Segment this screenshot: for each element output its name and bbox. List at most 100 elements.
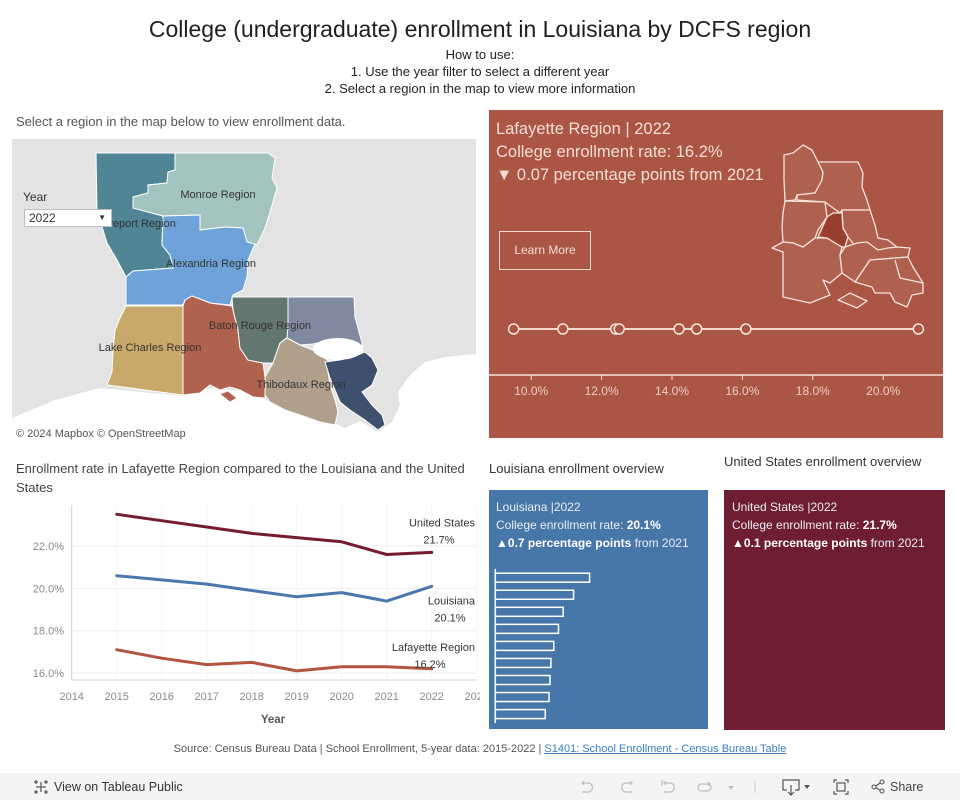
up-triangle-icon: ▲ (732, 536, 744, 550)
share-icon (871, 779, 885, 794)
louisiana-card-change: ▲0.7 percentage points from 2021 (496, 534, 689, 552)
map-label-monroe: Monroe Region (180, 189, 255, 201)
x-tick-label: 2017 (194, 691, 218, 703)
data-point-lafayette-region[interactable] (113, 646, 121, 654)
us-card-change: ▲0.1 percentage points from 2021 (732, 534, 925, 552)
bar[interactable] (494, 691, 550, 703)
series-value-label-lafayette-region: 16.2% (414, 659, 445, 671)
view-on-tableau-public-link[interactable]: View on Tableau Public (33, 778, 183, 795)
refresh-icon[interactable] (696, 778, 714, 796)
parish-dot[interactable] (912, 323, 925, 335)
how-to-heading: How to use: (445, 47, 515, 62)
line-chart: 2014 2015 2016 2017 2018 2019 2020 2021 2022 2023… (33, 505, 480, 726)
data-point-louisiana[interactable] (383, 597, 391, 605)
data-point-louisiana[interactable] (158, 576, 166, 584)
data-point-louisiana[interactable] (338, 589, 346, 597)
data-point-louisiana[interactable] (203, 580, 211, 588)
instructions: How to use: 1. Use the year filter to se… (0, 46, 960, 97)
data-point-lafayette-region[interactable] (248, 658, 256, 666)
fullscreen-icon[interactable] (832, 778, 850, 796)
census-table-link[interactable]: S1401: School Enrollment - Census Bureau… (544, 743, 786, 755)
series-label-united-states: United States (409, 517, 476, 529)
parish-dot[interactable] (690, 323, 703, 335)
lake-pontchartrain (313, 338, 363, 360)
data-point-louisiana[interactable] (248, 586, 256, 594)
dot-plot-tick-label: 14.0% (655, 384, 689, 398)
data-point-lafayette-region[interactable] (293, 667, 301, 675)
parish-dot[interactable] (673, 323, 685, 335)
y-tick-label: 16.0% (33, 668, 64, 680)
share-button[interactable]: Share (871, 778, 923, 795)
louisiana-overview-text: Louisiana |2022 College enrollment rate:… (496, 498, 689, 552)
data-point-lafayette-region[interactable] (338, 663, 346, 671)
year-filter-value: 2022 (29, 211, 56, 225)
data-point-louisiana[interactable] (113, 572, 121, 580)
bar[interactable] (494, 640, 555, 652)
parish-mini-map[interactable] (760, 130, 950, 320)
parish-dot[interactable] (613, 323, 625, 335)
instruction-step-2: 2. Select a region in the map to view mo… (324, 81, 636, 96)
undo-icon[interactable] (579, 778, 595, 796)
instruction-step-1: 1. Use the year filter to select a diffe… (350, 64, 610, 79)
parish-dot-plot: 10.0% 12.0% 14.0% 16.0% 18.0% 20.0% (489, 323, 943, 398)
map-label-lake-charles: Lake Charles Region (99, 342, 202, 354)
us-card-rate: College enrollment rate: 21.7% (732, 516, 925, 534)
data-point-united-states[interactable] (293, 534, 301, 542)
x-tick-label: 2023 (464, 691, 480, 703)
series-label-lafayette-region: Lafayette Region (392, 642, 475, 654)
download-icon[interactable] (781, 778, 801, 796)
data-point-united-states[interactable] (203, 523, 211, 531)
us-overview-heading: United States enrollment overview (724, 454, 922, 469)
parish-dot[interactable] (557, 323, 569, 335)
data-point-louisiana[interactable] (293, 593, 301, 601)
bar[interactable] (494, 708, 547, 720)
year-filter-label: Year (23, 190, 48, 204)
map-instruction: Select a region in the map below to view… (16, 114, 346, 129)
data-point-lafayette-region[interactable] (203, 661, 211, 669)
bar[interactable] (494, 657, 552, 669)
louisiana-overview-heading: Louisiana enrollment overview (489, 461, 664, 476)
change-value: 0.7 percentage points (507, 536, 632, 550)
data-point-united-states[interactable] (248, 529, 256, 537)
bar[interactable] (494, 606, 564, 618)
up-triangle-icon: ▲ (496, 536, 508, 550)
data-point-lafayette-region[interactable] (158, 654, 166, 662)
dashboard-title: College (undergraduate) enrollment in Lo… (148, 16, 812, 42)
parish-dot[interactable] (507, 323, 520, 335)
data-point-united-states[interactable] (113, 510, 121, 518)
bar[interactable] (494, 572, 591, 583)
x-tick-label: 2015 (104, 691, 128, 703)
bar[interactable] (494, 589, 575, 600)
map-canvas[interactable]: Monroe Region Shreveport Region Alexandr… (12, 139, 476, 441)
year-filter-dropdown[interactable]: 2022 ▼ (24, 209, 112, 227)
data-point-united-states[interactable] (158, 517, 166, 525)
chevron-down-icon: ▼ (98, 213, 106, 222)
map-label-thibodaux: Thibodaux Region (256, 379, 345, 391)
bar[interactable] (494, 623, 560, 635)
bar[interactable] (494, 674, 551, 686)
data-point-louisiana[interactable] (428, 582, 436, 590)
map-attribution[interactable]: © 2024 Mapbox © OpenStreetMap (12, 427, 190, 441)
redo-icon[interactable] (619, 778, 635, 796)
learn-more-button[interactable]: Learn More (499, 231, 591, 270)
region-map[interactable]: Monroe Region Shreveport Region Alexandr… (12, 139, 476, 441)
louisiana-card-title: Louisiana |2022 (496, 500, 581, 514)
download-dropdown-icon[interactable] (802, 778, 812, 796)
revert-icon[interactable] (659, 778, 677, 796)
data-point-united-states[interactable] (338, 538, 346, 546)
x-tick-label: 2020 (329, 691, 353, 703)
refresh-dropdown-icon[interactable] (726, 778, 736, 796)
data-point-united-states[interactable] (383, 551, 391, 559)
mini-map-parish[interactable] (771, 237, 843, 304)
rate-value: 21.7% (862, 518, 897, 532)
y-tick-label: 20.0% (33, 583, 64, 595)
data-point-lafayette-region[interactable] (383, 663, 391, 671)
region-card-title: Lafayette Region | 2022 (496, 120, 671, 138)
change-value: 0.1 percentage points (743, 536, 868, 550)
y-tick-label: 22.0% (33, 541, 64, 553)
data-point-united-states[interactable] (428, 548, 436, 556)
down-triangle-icon: ▼ (496, 166, 513, 184)
parish-dot[interactable] (740, 323, 752, 335)
toolbar-separator (754, 781, 756, 793)
louisiana-card-rate: College enrollment rate: 20.1% (496, 516, 689, 534)
